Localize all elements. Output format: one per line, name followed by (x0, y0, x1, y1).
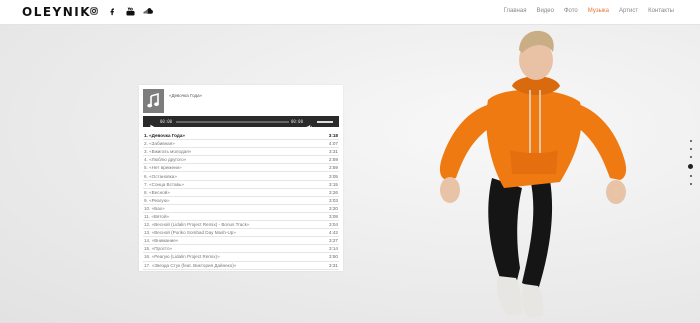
track-row[interactable]: 13. «Весной (Puriko Sombad Day Mash-Up» 4… (143, 229, 339, 238)
track-duration: 3:27 (329, 238, 338, 244)
now-playing: «Девочка Года» (143, 89, 339, 113)
track-duration: 3:14 (329, 246, 338, 252)
track-row[interactable]: 1. «Девочка Года» 3:18 (143, 132, 339, 141)
track-row[interactable]: 15. «Просто» 3:14 (143, 245, 339, 254)
youtube-icon[interactable] (125, 6, 135, 16)
track-row[interactable]: 8. «Весной» 3:26 (143, 189, 339, 197)
track-title: 5. «Нет времени» (144, 165, 182, 171)
soundcloud-icon[interactable] (143, 6, 153, 16)
track-duration: 3:31 (329, 149, 338, 155)
pager-dot[interactable] (689, 175, 692, 177)
section-pager (688, 140, 693, 185)
nav-item-contacts[interactable]: Контакты (648, 8, 674, 14)
track-duration: 3:20 (329, 205, 338, 211)
pager-dot[interactable] (689, 156, 692, 158)
track-row[interactable]: 10. «Бах» 3:20 (143, 205, 339, 213)
track-row[interactable]: 4. «Люблю другого» 2:59 (143, 156, 339, 165)
track-title: 16. «Реагую (Lidalin Project Remix)» (144, 254, 220, 260)
track-title: 8. «Весной» (144, 189, 170, 195)
track-duration: 3:50 (329, 254, 338, 260)
track-duration: 2:59 (329, 157, 338, 163)
track-row[interactable]: 14. «Внимание» 3:27 (143, 237, 339, 246)
track-duration: 3:18 (328, 133, 338, 139)
track-title: 2. «Забивная» (144, 141, 175, 147)
nav-item-photo[interactable]: Фото (564, 8, 578, 14)
nav-item-home[interactable]: Главная (504, 8, 527, 14)
track-duration: 4:07 (329, 141, 338, 147)
pager-dot[interactable] (689, 140, 692, 142)
track-duration: 3:26 (329, 189, 338, 195)
track-duration: 3:08 (329, 213, 338, 219)
instagram-icon[interactable] (89, 6, 99, 16)
artist-photo (439, 30, 627, 318)
track-list: 1. «Девочка Года» 3:18 2. «Забивная» 4:07 3.… (143, 132, 339, 270)
social-links (89, 6, 153, 16)
logo[interactable]: OLEYNIK (22, 5, 91, 19)
track-title: 1. «Девочка Года» (144, 133, 185, 139)
site-header: OLEYNIK Главная Видео Фото Музыка Артист… (0, 0, 700, 25)
track-row[interactable]: 3. «Вжигать молодая» 3:31 (143, 148, 339, 157)
track-row[interactable]: 5. «Нет времени» 2:59 (143, 164, 339, 173)
nav-item-artist[interactable]: Артист (619, 8, 638, 14)
track-row[interactable]: 11. «Вятой» 3:08 (143, 213, 339, 222)
nav-item-video[interactable]: Видео (536, 8, 554, 14)
track-duration: 3:03 (329, 197, 338, 203)
total-time: 00:00 (290, 118, 303, 124)
track-title: 9. «Реагую» (144, 197, 170, 203)
track-title: 11. «Вятой» (144, 213, 170, 219)
track-title: 7. «Сонца Вставь» (144, 181, 184, 187)
facebook-icon[interactable] (107, 6, 117, 16)
pager-dot[interactable] (688, 164, 693, 169)
track-title: 14. «Внимание» (144, 238, 179, 244)
track-title: 10. «Бах» (144, 205, 165, 211)
track-row[interactable]: 12. «Весной (Lidalin Project Remix) - Bo… (143, 221, 339, 230)
track-title: 3. «Вжигать молодая» (144, 149, 192, 155)
progress-bar[interactable] (176, 120, 289, 123)
track-title: 6. «Остановка» (144, 173, 177, 179)
main-nav: Главная Видео Фото Музыка Артист Контакт… (504, 8, 674, 14)
track-row[interactable]: 9. «Реагую» 3:03 (143, 197, 339, 205)
pager-dot[interactable] (689, 148, 692, 150)
track-row[interactable]: 6. «Остановка» 3:05 (143, 172, 339, 181)
track-duration: 2:59 (329, 165, 338, 171)
audio-controls: 00:00 00:00 (143, 116, 339, 131)
track-duration: 3:05 (329, 173, 338, 179)
track-title: 15. «Просто» (144, 246, 173, 252)
pager-dot[interactable] (689, 183, 692, 185)
track-row[interactable]: 2. «Забивная» 4:07 (143, 140, 339, 149)
track-row[interactable]: 7. «Сонца Вставь» 3:15 (143, 181, 339, 189)
song-title: «Девочка Года» (169, 93, 203, 98)
track-duration: 4:42 (329, 230, 338, 236)
track-title: 12. «Весной (Lidalin Project Remix) - Bo… (144, 222, 250, 228)
track-duration: 3:31 (329, 262, 338, 268)
track-row[interactable]: 16. «Реагую (Lidalin Project Remix)» 3:50 (143, 253, 339, 262)
track-row[interactable]: 17. «Звезда Стук (feat. Виктория Дайнеко… (143, 262, 339, 270)
nav-item-music[interactable]: Музыка (588, 8, 609, 14)
track-title: 13. «Весной (Puriko Sombad Day Mash-Up» (144, 230, 236, 236)
track-duration: 3:15 (329, 181, 338, 187)
music-note-icon (143, 89, 164, 113)
track-duration: 3:04 (329, 222, 338, 228)
track-title: 4. «Люблю другого» (144, 157, 187, 163)
track-title: 17. «Звезда Стук (feat. Виктория Дайнеко… (144, 262, 237, 268)
current-time: 00:00 (160, 118, 173, 124)
music-player: «Девочка Года» 00:00 00:00 1. «Девочка Г… (139, 85, 343, 271)
volume-slider[interactable] (317, 120, 333, 123)
